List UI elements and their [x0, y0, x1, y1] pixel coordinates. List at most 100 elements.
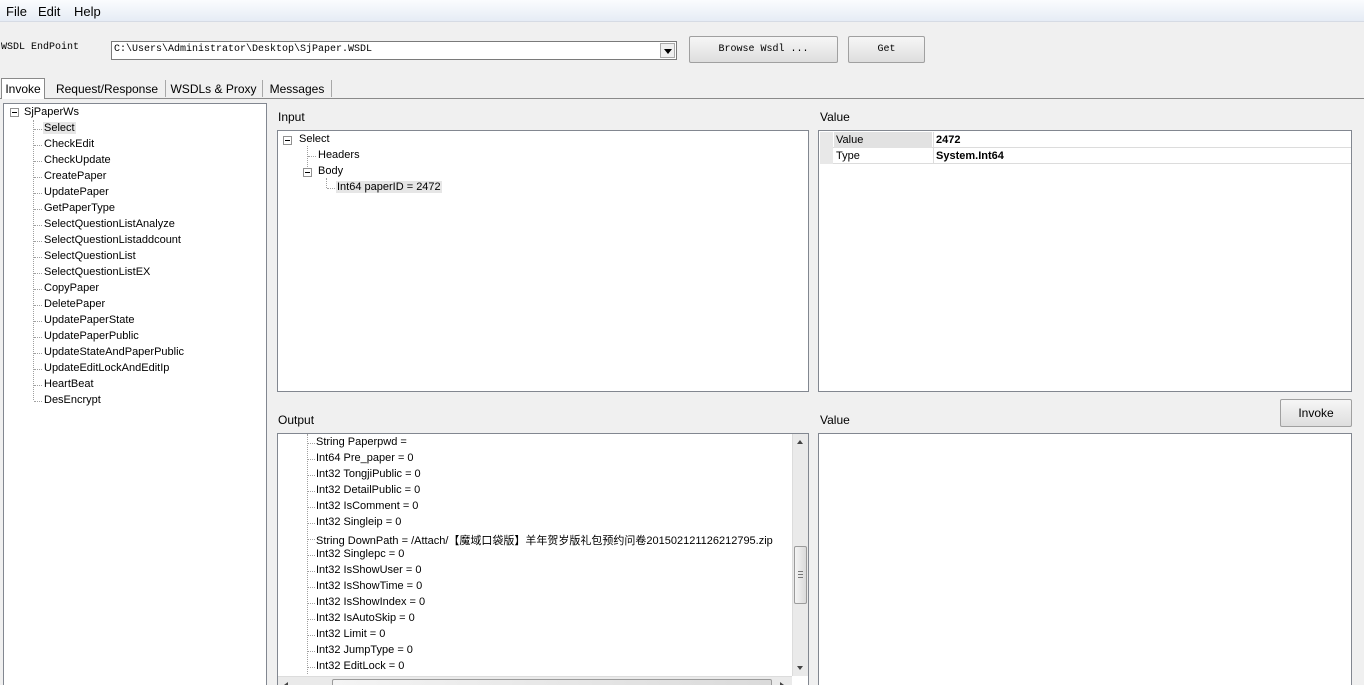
output-value-label: Value	[820, 413, 850, 427]
property-row-value[interactable]: Value 2472	[820, 132, 1351, 148]
tree-connector	[308, 619, 315, 620]
scroll-up-icon[interactable]	[797, 440, 803, 444]
method-item[interactable]: CopyPaper	[43, 282, 100, 294]
endpoint-label: WSDL EndPoint	[1, 42, 80, 53]
tree-connector	[34, 305, 42, 306]
method-item[interactable]: SelectQuestionListaddcount	[43, 234, 182, 246]
method-item[interactable]: CreatePaper	[43, 170, 107, 182]
tab-messages[interactable]: Messages	[265, 78, 329, 99]
tree-connector	[308, 635, 315, 636]
output-item[interactable]: Int32 IsAutoSkip = 0	[316, 612, 415, 624]
input-node-body[interactable]: Body	[318, 165, 343, 177]
output-item[interactable]: Int32 DetailPublic = 0	[316, 484, 420, 496]
output-vertical-scrollbar[interactable]	[792, 434, 808, 676]
output-item[interactable]: Int32 IsComment = 0	[316, 500, 418, 512]
method-item[interactable]: GetPaperType	[43, 202, 116, 214]
method-item[interactable]: SelectQuestionList	[43, 250, 137, 262]
method-item[interactable]: DesEncrypt	[43, 394, 102, 406]
method-item[interactable]: UpdatePaperPublic	[43, 330, 140, 342]
scroll-down-icon[interactable]	[797, 666, 803, 670]
output-item[interactable]: Int32 IsShowUser = 0	[316, 564, 421, 576]
output-item[interactable]: Int32 IsShowIndex = 0	[316, 596, 425, 608]
tree-connector	[34, 257, 42, 258]
output-value-panel[interactable]	[818, 433, 1352, 685]
output-horizontal-scrollbar[interactable]	[278, 676, 792, 685]
output-item[interactable]: Int64 Pre_paper = 0	[316, 452, 414, 464]
output-label: Output	[278, 413, 315, 427]
get-button[interactable]: Get	[848, 36, 925, 63]
method-item[interactable]: CheckUpdate	[43, 154, 112, 166]
menu-edit[interactable]: Edit	[38, 4, 60, 19]
property-grid[interactable]: Value 2472 Type System.Int64	[818, 130, 1352, 392]
chevron-down-icon[interactable]	[660, 43, 675, 58]
menu-file[interactable]: File	[6, 4, 27, 19]
tree-connector	[308, 555, 315, 556]
row-gutter	[820, 132, 833, 148]
tree-connector	[308, 603, 315, 604]
tree-connector	[34, 129, 42, 130]
tab-divider	[262, 80, 263, 97]
output-item[interactable]: Int32 JumpType = 0	[316, 644, 413, 656]
tree-connector	[308, 459, 315, 460]
collapse-icon[interactable]	[283, 136, 292, 145]
tree-connector	[34, 241, 42, 242]
invoke-button[interactable]: Invoke	[1280, 399, 1352, 427]
active-tab-gap	[2, 98, 44, 99]
scrollbar-thumb[interactable]	[332, 679, 772, 685]
tree-connector	[308, 571, 315, 572]
tree-connector	[34, 273, 42, 274]
endpoint-combobox[interactable]: C:\Users\Administrator\Desktop\SjPaper.W…	[111, 41, 677, 60]
method-item[interactable]: CheckEdit	[43, 138, 95, 150]
tree-connector	[34, 193, 42, 194]
output-item[interactable]: Int32 EditLock = 0	[316, 660, 404, 672]
tab-wsdls-proxy[interactable]: WSDLs & Proxy	[168, 78, 259, 99]
endpoint-value: C:\Users\Administrator\Desktop\SjPaper.W…	[114, 44, 373, 55]
property-value[interactable]: 2472	[933, 132, 960, 148]
property-name: Value	[834, 132, 932, 148]
property-row-type[interactable]: Type System.Int64	[820, 148, 1351, 164]
output-item[interactable]: Int32 Limit = 0	[316, 628, 385, 640]
tree-connector	[308, 156, 316, 157]
tree-root-service[interactable]: SjPaperWs	[24, 106, 79, 118]
input-label: Input	[278, 110, 305, 124]
method-item[interactable]: SelectQuestionListEX	[43, 266, 151, 278]
tree-connector	[34, 225, 42, 226]
tab-invoke[interactable]: Invoke	[1, 78, 45, 99]
method-item[interactable]: HeartBeat	[43, 378, 95, 390]
tree-connector	[34, 401, 42, 402]
tree-connector	[327, 188, 335, 189]
browse-wsdl-button[interactable]: Browse Wsdl ...	[689, 36, 838, 63]
menu-help[interactable]: Help	[74, 4, 101, 19]
input-root-select[interactable]: Select	[299, 133, 330, 145]
output-item[interactable]: Int32 Singleip = 0	[316, 516, 401, 528]
tree-connector	[308, 491, 315, 492]
output-item[interactable]: String Paperpwd =	[316, 436, 407, 448]
method-item[interactable]: UpdatePaperState	[43, 314, 136, 326]
method-item[interactable]: UpdatePaper	[43, 186, 110, 198]
collapse-icon[interactable]	[10, 108, 19, 117]
method-item[interactable]: DeletePaper	[43, 298, 106, 310]
output-item[interactable]: Int32 Singlepc = 0	[316, 548, 404, 560]
output-item[interactable]: String DownPath = /Attach/【魔域口袋版】羊年贺岁版礼包…	[316, 532, 773, 548]
tree-connector	[34, 289, 42, 290]
output-item[interactable]: Int32 TongjiPublic = 0	[316, 468, 421, 480]
method-item[interactable]: UpdateEditLockAndEditIp	[43, 362, 170, 374]
scrollbar-thumb[interactable]	[794, 546, 807, 604]
tree-connector	[34, 385, 42, 386]
input-tree[interactable]: Select Headers Body Int64 paperID = 2472	[277, 130, 809, 392]
output-tree[interactable]: String Paperpwd = Int64 Pre_paper = 0 Int3…	[277, 433, 809, 685]
input-node-headers[interactable]: Headers	[318, 149, 360, 161]
method-item[interactable]: Select	[43, 122, 76, 134]
tab-divider	[331, 80, 332, 97]
method-item[interactable]: UpdateStateAndPaperPublic	[43, 346, 185, 358]
method-item[interactable]: SelectQuestionListAnalyze	[43, 218, 176, 230]
tree-connector	[34, 369, 42, 370]
method-tree[interactable]: SjPaperWs Select CheckEdit CheckUpdate Crea…	[3, 103, 267, 685]
tree-connector	[34, 337, 42, 338]
input-param-paperid[interactable]: Int64 paperID = 2472	[336, 181, 442, 193]
collapse-icon[interactable]	[303, 168, 312, 177]
tree-connector	[326, 178, 327, 188]
tab-request-response[interactable]: Request/Response	[52, 78, 162, 99]
output-item[interactable]: Int32 IsShowTime = 0	[316, 580, 422, 592]
input-value-label: Value	[820, 110, 850, 124]
